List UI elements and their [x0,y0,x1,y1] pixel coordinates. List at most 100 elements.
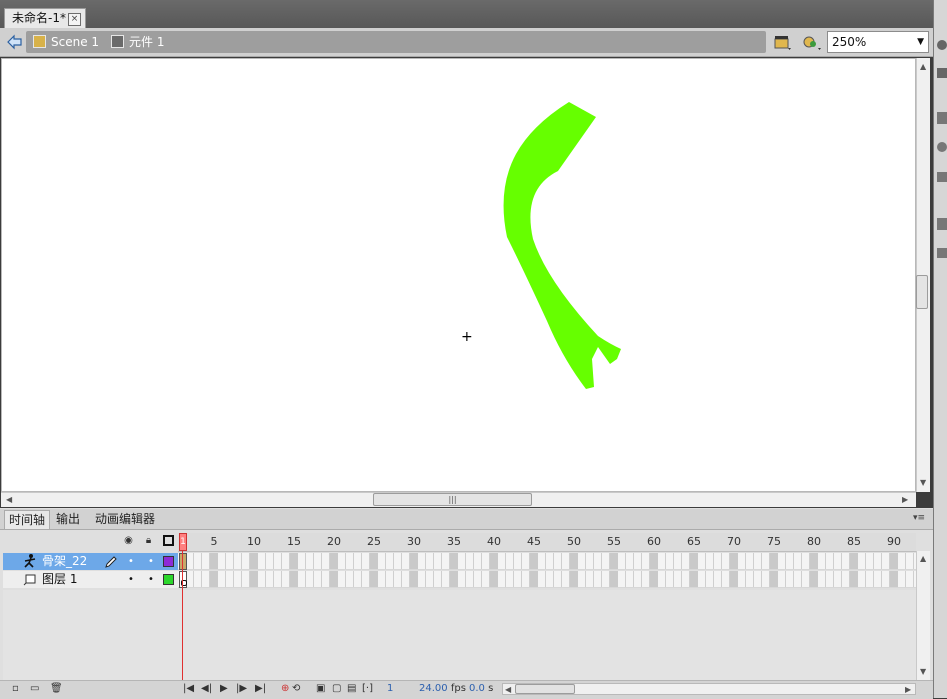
frame-5-mark [290,571,298,587]
step-forward-icon[interactable]: |▶ [236,683,247,695]
frame-5-mark [570,553,578,569]
center-frame-icon[interactable]: ⊕ [281,683,289,695]
vertical-scroll-thumb[interactable] [916,275,928,309]
outline-icon[interactable] [163,535,174,546]
layer-row-armature[interactable]: 骨架_22 • • [3,553,178,570]
scene-crumb[interactable]: Scene 1 [33,34,99,50]
layer-row-layer1[interactable]: 图层 1 • • [3,571,178,588]
green-bone-shape [503,102,621,389]
frame-5-mark [410,571,418,587]
frame-5-mark [370,553,378,569]
frame-5-mark [890,553,898,569]
panel-menu-icon[interactable]: ▾≡ [913,513,925,523]
scene-label: Scene 1 [51,35,100,49]
scroll-up-icon[interactable]: ▲ [920,554,926,563]
frame-number-label: 80 [807,535,821,548]
edit-scene-icon[interactable] [773,34,793,52]
lock-icon[interactable]: 🔒︎ [143,535,154,546]
frame-5-mark [610,571,618,587]
go-to-first-frame-icon[interactable]: |◀ [183,683,194,695]
new-layer-icon[interactable]: ▫ [12,683,19,695]
frame-number-label: 45 [527,535,541,548]
symbol-crumb[interactable]: 元件 1 [111,34,164,50]
go-to-last-frame-icon[interactable]: ▶| [255,683,266,695]
scroll-right-icon[interactable]: ▶ [902,495,908,504]
tab-motion-editor[interactable]: 动画编辑器 [91,510,159,529]
delete-layer-icon[interactable]: 🗑︎ [50,683,63,695]
new-folder-icon[interactable]: ▭ [30,683,39,695]
edit-multiple-frames-icon[interactable]: ▤ [347,683,356,695]
frame-5-mark [330,571,338,587]
document-tab[interactable]: 未命名-1* × [4,8,86,28]
tool-icon[interactable] [937,40,947,50]
horizontal-scroll-thumb[interactable]: ||| [373,493,532,506]
chevron-down-icon: ▼ [917,37,924,47]
frame-number-label: 25 [367,535,381,548]
tool-icon[interactable] [937,142,947,152]
edit-symbols-icon[interactable] [801,34,823,52]
frame-5-mark [250,571,258,587]
close-tab-icon[interactable]: × [68,13,81,26]
tab-timeline[interactable]: 时间轴 [4,510,51,529]
frame-rate[interactable]: 24.00 fps [419,683,466,695]
scroll-left-icon[interactable]: ◀ [505,685,511,694]
onion-skin-icon[interactable]: ▣ [316,683,325,695]
back-arrow-icon[interactable] [6,33,24,51]
scroll-down-icon[interactable]: ▼ [920,667,926,676]
frame-5-mark [850,571,858,587]
timeline-scroll-thumb[interactable] [515,684,575,694]
scroll-right-icon[interactable]: ▶ [905,685,911,694]
registration-mark: + [461,329,473,345]
scroll-up-icon[interactable]: ▲ [920,62,926,71]
scroll-down-icon[interactable]: ▼ [920,478,926,487]
tool-icon[interactable] [937,172,947,182]
scroll-left-icon[interactable]: ◀ [6,495,12,504]
current-frame[interactable]: 1 [387,683,393,695]
frame-number-label: 30 [407,535,421,548]
zoom-value: 250% [832,35,867,49]
playhead[interactable]: 1 [179,533,187,551]
pose-keyframe[interactable] [179,553,187,570]
tab-output[interactable]: 输出 [52,510,84,529]
eye-icon[interactable]: ◉ [123,535,134,546]
visibility-dot[interactable]: • [128,553,134,570]
layer-icon [23,571,37,592]
lock-dot[interactable]: • [148,571,154,588]
layer-color-swatch[interactable] [163,556,174,567]
fps-unit: fps [450,683,466,694]
zoom-select[interactable]: 250% ▼ [827,31,929,53]
keyframe[interactable] [179,571,187,588]
tool-icon[interactable] [937,218,947,230]
play-icon[interactable]: ▶ [220,683,228,695]
frame-5-mark [690,553,698,569]
step-back-icon[interactable]: ◀| [201,683,212,695]
stage[interactable]: + [1,58,916,492]
frame-number-label: 15 [287,535,301,548]
visibility-dot[interactable]: • [128,571,134,588]
symbol-label: 元件 1 [129,35,165,49]
frame-number-label: 5 [210,535,218,548]
tool-icon[interactable] [937,68,947,78]
document-tab-title: 未命名-1* [12,11,66,25]
clapper-icon [33,35,46,48]
lock-dot[interactable]: • [148,553,154,570]
fps-value: 24.00 [419,683,448,694]
frames-row-armature[interactable] [178,553,916,570]
frame-5-mark [410,553,418,569]
layer-color-swatch[interactable] [163,574,174,585]
timeline-vertical-scrollbar[interactable]: ▲ ▼ [916,551,930,680]
frame-5-mark [330,553,338,569]
frame-number-label: 90 [887,535,901,548]
frames-row-layer1[interactable] [178,571,916,588]
frame-5-mark [610,553,618,569]
frame-5-mark [450,553,458,569]
loop-icon[interactable]: ⟲ [292,683,300,695]
modify-onion-markers-icon[interactable]: [·] [362,683,373,695]
time-value: 0.0 [469,683,485,694]
tool-icon[interactable] [937,248,947,258]
frame-5-mark [530,553,538,569]
onion-skin-outlines-icon[interactable]: ▢ [332,683,341,695]
tool-icon[interactable] [937,112,947,124]
frame-number-label: 65 [687,535,701,548]
frame-5-mark [770,571,778,587]
